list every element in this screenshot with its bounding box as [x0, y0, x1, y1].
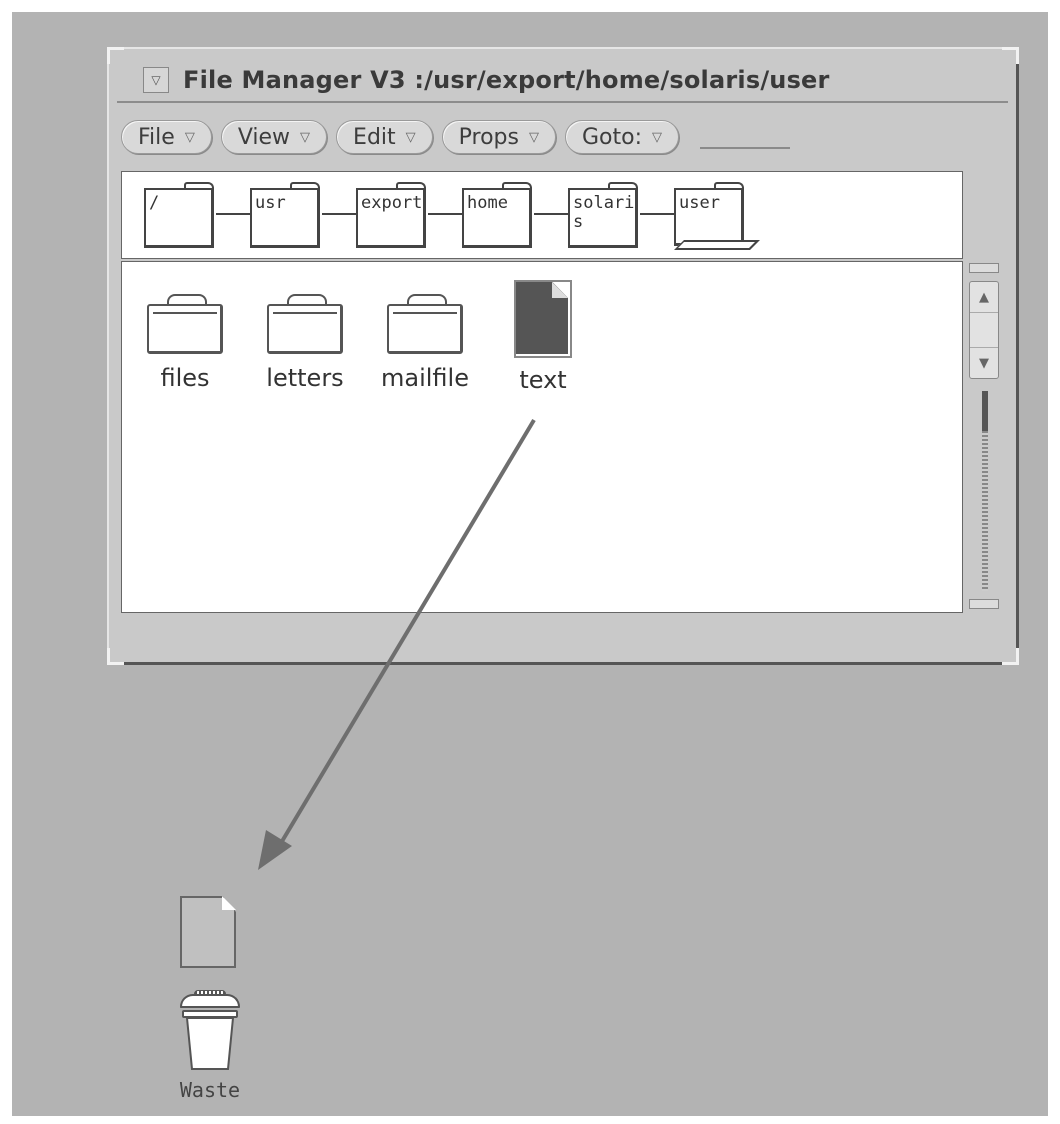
path-folder-home[interactable]: home [462, 182, 534, 250]
file-manager-window: ▽ File Manager V3 :/usr/export/home/sola… [107, 47, 1019, 665]
path-connector [428, 213, 462, 215]
path-folder-user[interactable]: user [674, 182, 760, 250]
props-menu-button[interactable]: Props ▽ [441, 120, 556, 154]
scrollbar-bottom-anchor[interactable] [969, 599, 999, 609]
path-folder-label: user [679, 194, 720, 213]
resize-corner-bottom-right[interactable] [1002, 648, 1019, 665]
path-connector [322, 213, 356, 215]
path-folder-export[interactable]: export [356, 182, 428, 250]
folder-icon [387, 294, 463, 354]
menu-bar: File ▽ View ▽ Edit ▽ Props ▽ Goto: ▽ [121, 117, 1004, 157]
file-item-text[interactable]: text [488, 280, 598, 394]
path-connector [640, 213, 674, 215]
scrollbar-elevator[interactable]: ▲ ▼ [969, 281, 999, 379]
scrollbar-track[interactable] [982, 391, 988, 591]
path-folder-label: solaris [573, 194, 635, 232]
view-menu-button[interactable]: View ▽ [220, 120, 328, 154]
window-menu-button[interactable]: ▽ [143, 67, 169, 93]
menu-arrow-icon: ▽ [300, 129, 311, 145]
file-item-label: letters [266, 364, 344, 392]
resize-corner-bottom-left[interactable] [107, 648, 124, 665]
menu-arrow-icon: ▽ [405, 129, 416, 145]
path-folder-root[interactable]: / [144, 182, 216, 250]
menu-arrow-icon: ▽ [528, 129, 539, 145]
file-item-files[interactable]: files [130, 294, 240, 392]
goto-input[interactable] [700, 147, 790, 149]
path-connector [216, 213, 250, 215]
path-folder-label: / [149, 194, 160, 213]
file-menu-button[interactable]: File ▽ [121, 120, 212, 154]
goto-menu-button[interactable]: Goto: ▽ [564, 120, 679, 154]
path-folder-label: home [467, 194, 508, 213]
file-item-label: text [519, 366, 567, 394]
trash-can-icon [180, 990, 240, 1072]
path-folder-solaris[interactable]: solaris [568, 182, 640, 250]
window-title: File Manager V3 :/usr/export/home/solari… [183, 66, 830, 94]
goto-menu-label: Goto: [581, 124, 642, 150]
edit-menu-label: Edit [353, 124, 396, 150]
document-icon [514, 280, 572, 362]
path-folder-usr[interactable]: usr [250, 182, 322, 250]
window-footer [121, 619, 1004, 645]
view-menu-label: View [237, 124, 291, 150]
triangle-down-icon: ▽ [151, 73, 161, 87]
path-folder-label: usr [255, 194, 286, 213]
vertical-scrollbar[interactable]: ▲ ▼ [969, 261, 1003, 613]
menu-arrow-icon: ▽ [184, 129, 195, 145]
file-pane: files letters mailfile text [121, 261, 963, 613]
path-connector [534, 213, 568, 215]
props-menu-label: Props [458, 124, 519, 150]
menu-arrow-icon: ▽ [652, 129, 662, 145]
waste-label: Waste [179, 1078, 241, 1102]
scrollbar-top-anchor[interactable] [969, 263, 999, 273]
file-menu-label: File [138, 124, 175, 150]
scroll-up-icon[interactable]: ▲ [970, 282, 998, 313]
folder-icon [147, 294, 223, 354]
open-folder-flap [674, 240, 760, 250]
scroll-down-icon[interactable]: ▼ [970, 347, 998, 378]
dragged-document-icon[interactable] [180, 896, 238, 968]
path-pane: / usr export home solaris user [121, 171, 963, 259]
file-item-letters[interactable]: letters [250, 294, 360, 392]
title-bar[interactable]: ▽ File Manager V3 :/usr/export/home/sola… [117, 59, 1008, 103]
file-item-label: files [160, 364, 210, 392]
file-item-mailfile[interactable]: mailfile [370, 294, 480, 392]
folder-icon [267, 294, 343, 354]
path-folder-label: export [361, 194, 423, 213]
edit-menu-button[interactable]: Edit ▽ [336, 120, 433, 154]
waste-basket[interactable]: Waste [160, 990, 260, 1102]
file-item-label: mailfile [381, 364, 469, 392]
